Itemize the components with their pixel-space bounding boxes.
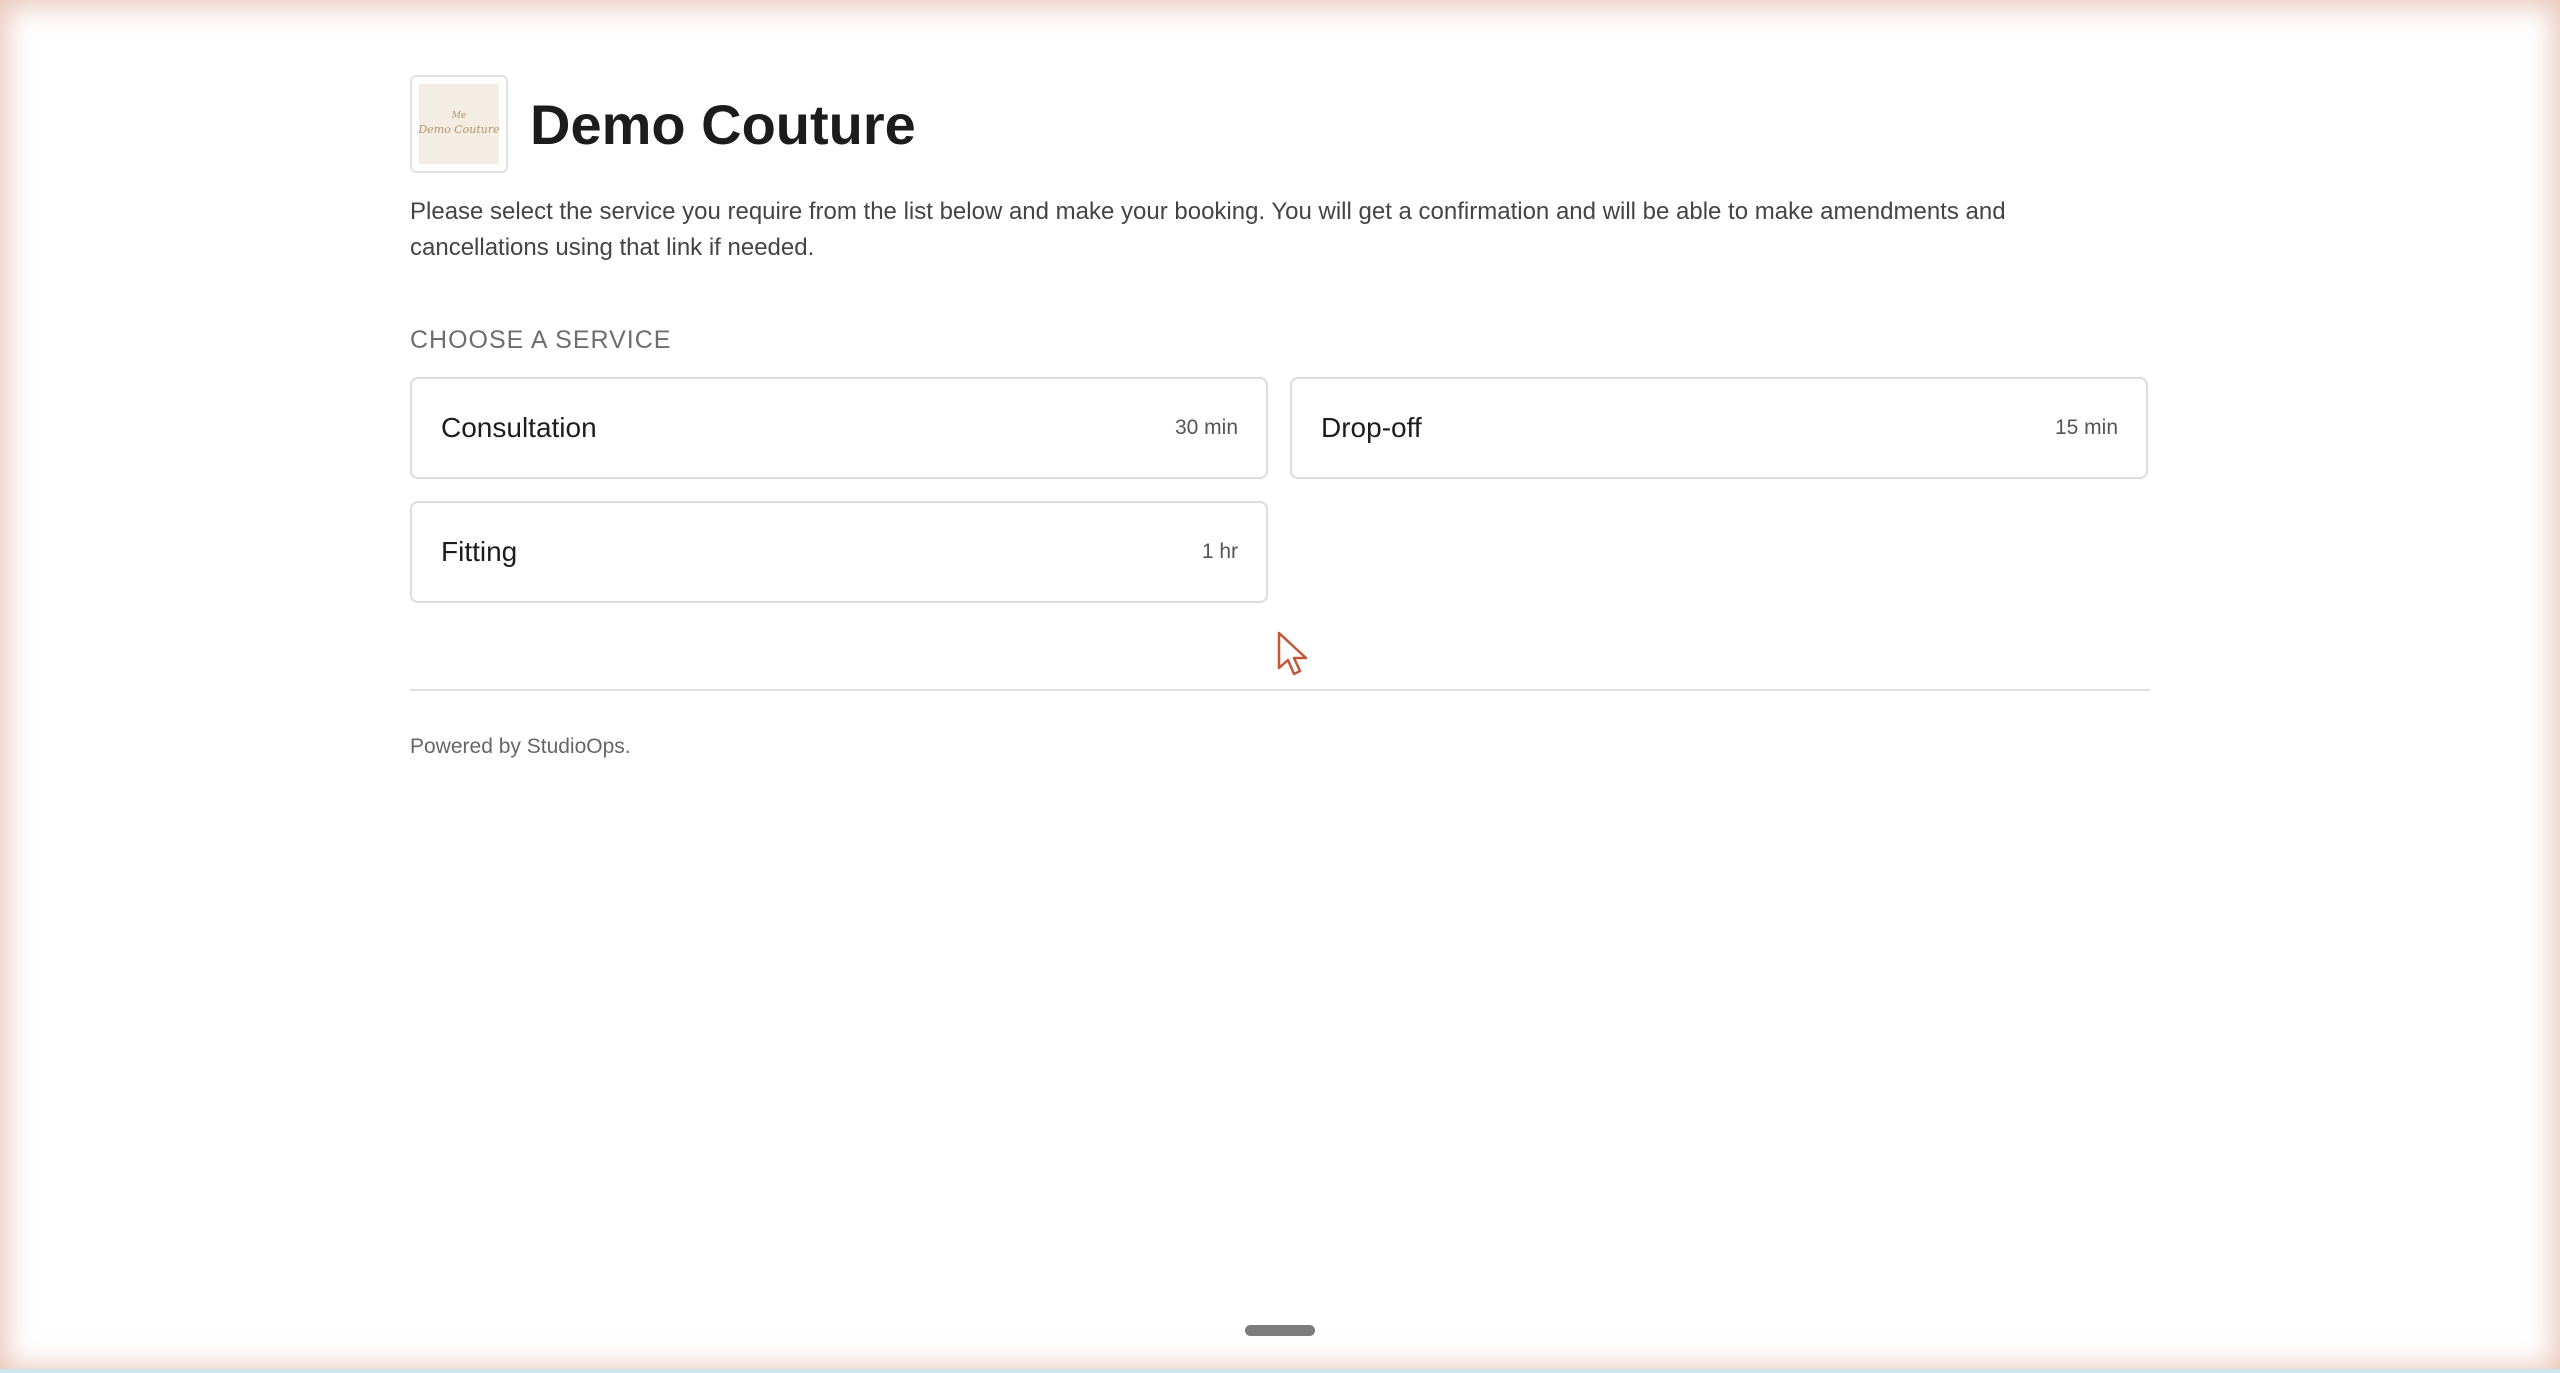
section-label: CHOOSE A SERVICE [410, 326, 672, 354]
footer-divider [410, 689, 2150, 691]
brand-header: Me Demo Couture Demo Couture [410, 74, 2150, 174]
service-name: Drop-off [1321, 412, 1422, 443]
logo-image: Me Demo Couture [418, 84, 500, 164]
mouse-pointer-icon [1277, 631, 1308, 676]
service-name: Fitting [441, 536, 518, 567]
brand-logo: Me Demo Couture [410, 75, 508, 173]
footer-powered-by: Powered by StudioOps. [410, 735, 631, 758]
screen-bottom-strip [0, 1369, 2560, 1373]
page-title: Demo Couture [530, 92, 916, 156]
service-duration: 1 hr [1201, 540, 1238, 563]
logo-text: Demo Couture [418, 123, 500, 136]
intro-text: Please select the service you require fr… [410, 198, 2006, 261]
logo-mark: Me [451, 111, 467, 121]
service-duration: 30 min [1174, 416, 1238, 439]
home-indicator-bar[interactable] [1245, 1325, 1315, 1336]
service-card-drop-off[interactable]: Drop-off 15 min [1290, 377, 2148, 479]
service-card-fitting[interactable]: Fitting 1 hr [410, 501, 1268, 603]
service-card-consultation[interactable]: Consultation 30 min [410, 377, 1268, 479]
service-list: Consultation 30 min Drop-off 15 min Fitt… [410, 377, 2150, 603]
service-name: Consultation [441, 412, 597, 443]
service-duration: 15 min [2054, 416, 2118, 439]
